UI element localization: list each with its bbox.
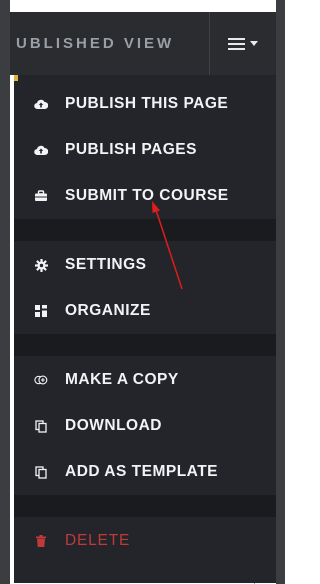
view-title: UBLISHED VIEW xyxy=(16,35,175,52)
menu-separator xyxy=(14,495,276,517)
menu-item-label: DELETE xyxy=(65,532,131,549)
menu-item-label: DOWNLOAD xyxy=(65,417,162,434)
menu-item-download[interactable]: DOWNLOAD xyxy=(14,403,276,449)
menu-item-label: MAKE A COPY xyxy=(65,371,179,388)
hamburger-icon xyxy=(228,37,245,50)
menu-item-organize[interactable]: ORGANIZE xyxy=(14,288,276,334)
menu-item-add-as-template[interactable]: ADD AS TEMPLATE xyxy=(14,449,276,495)
menu-separator xyxy=(14,334,276,356)
menu-toggle-button[interactable] xyxy=(210,12,276,75)
menu-item-label: ORGANIZE xyxy=(65,302,151,319)
grid-icon xyxy=(34,304,48,318)
cloud-upload-icon xyxy=(34,97,48,111)
menu-item-label: PUBLISH THIS PAGE xyxy=(65,95,229,112)
menu-item-settings[interactable]: SETTINGS xyxy=(14,242,276,288)
menu-item-delete[interactable]: DELETE xyxy=(14,518,276,564)
document-copy-icon xyxy=(34,419,48,433)
menu-item-label: ADD AS TEMPLATE xyxy=(65,463,219,480)
gear-icon xyxy=(34,258,48,272)
menu-item-publish-pages[interactable]: PUBLISH PAGES xyxy=(14,127,276,173)
menu-item-label: PUBLISH PAGES xyxy=(65,141,197,158)
caret-down-icon xyxy=(250,41,258,46)
cloud-upload-icon xyxy=(34,143,48,157)
menu-separator xyxy=(14,219,276,241)
menu-item-label: SETTINGS xyxy=(65,256,147,273)
copy-circle-icon xyxy=(34,373,48,387)
menu-item-label: SUBMIT TO COURSE xyxy=(65,187,229,204)
menu-item-submit-to-course[interactable]: SUBMIT TO COURSE xyxy=(14,173,276,219)
briefcase-icon xyxy=(34,189,48,203)
trash-icon xyxy=(34,534,48,548)
document-copy-icon xyxy=(34,465,48,479)
menu-item-publish-this-page[interactable]: PUBLISH THIS PAGE xyxy=(14,81,276,127)
top-bar: UBLISHED VIEW xyxy=(10,12,276,75)
menu-item-make-a-copy[interactable]: MAKE A COPY xyxy=(14,357,276,403)
